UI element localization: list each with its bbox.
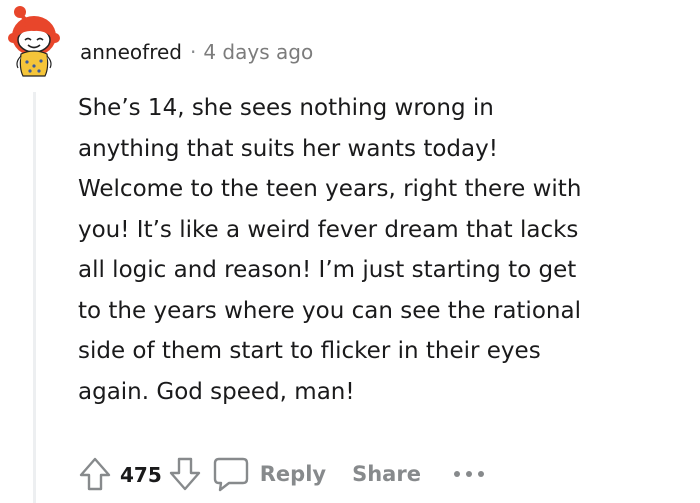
comment-body-line: again. God speed, man! <box>78 378 355 405</box>
comment-body-line: She’s 14, she sees nothing wrong in <box>78 95 494 121</box>
user-avatar[interactable] <box>4 4 64 78</box>
comment-body-line: to the years where you can see the ratio… <box>78 297 581 324</box>
comment-body: She’s 14, she sees nothing wrong in anyt… <box>78 88 690 412</box>
downvote-arrow-icon <box>169 457 200 491</box>
comment-body-line: all logic and reason! I’m just starting … <box>78 257 577 283</box>
more-options-icon <box>453 471 484 477</box>
snoo-avatar-icon <box>8 6 60 77</box>
meta-separator: · <box>189 40 197 64</box>
vote-count: 475 <box>120 462 162 487</box>
reply-label: Reply <box>259 462 327 486</box>
comment-timestamp[interactable]: 4 days ago <box>203 40 313 64</box>
comment-body-line: Welcome to the teen years, right there w… <box>78 176 582 202</box>
comment-body-line: you! It’s like a weird fever dream that … <box>78 216 579 243</box>
more-options-button[interactable] <box>451 459 487 489</box>
comment-body-line: anything that suits her wants today! <box>78 135 498 162</box>
upvote-arrow-icon <box>79 457 111 491</box>
thread-collapse-line[interactable] <box>33 92 36 503</box>
reply-button[interactable]: Reply <box>212 455 326 493</box>
downvote-button[interactable] <box>166 452 204 496</box>
share-button[interactable]: Share <box>352 462 421 486</box>
speech-bubble-icon <box>213 457 248 492</box>
comment: anneofred · 4 days ago She’s 14, she see… <box>0 0 700 503</box>
upvote-button[interactable] <box>76 452 114 496</box>
comment-action-bar: 475 Reply Share <box>76 452 487 496</box>
comment-header: anneofred · 4 days ago <box>80 36 313 68</box>
comment-author[interactable]: anneofred <box>80 40 182 64</box>
comment-body-line: side of them start to flicker in their e… <box>78 338 541 364</box>
